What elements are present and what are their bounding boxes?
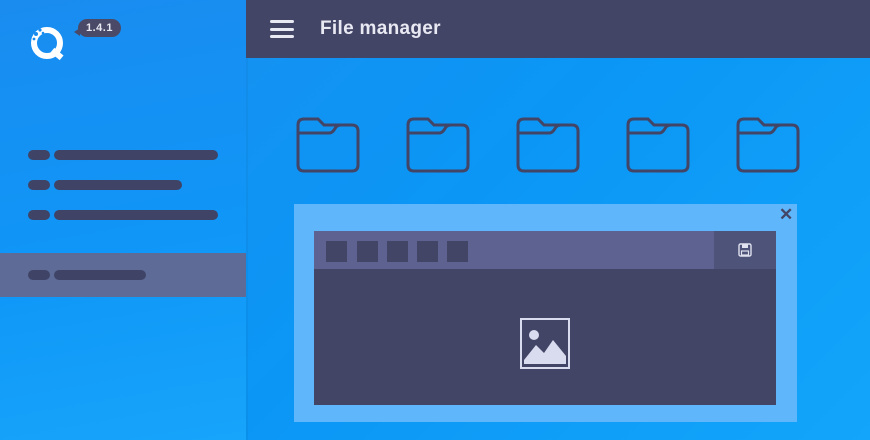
toolbar-button[interactable]: [447, 241, 468, 262]
page-title: File manager: [320, 18, 441, 39]
image-icon: [520, 318, 570, 369]
folder-icon[interactable]: [404, 115, 472, 173]
folder-icon[interactable]: [294, 115, 362, 173]
preview-toolbar: [314, 231, 776, 269]
toolbar-button[interactable]: [417, 241, 438, 262]
sidebar: 1.4.1: [0, 0, 246, 440]
top-bar: File manager: [246, 0, 870, 58]
folder-icon[interactable]: [624, 115, 692, 173]
sidebar-item-label-placeholder: [54, 150, 218, 160]
sidebar-item-2[interactable]: [28, 180, 182, 190]
folder-icon[interactable]: [734, 115, 802, 173]
sidebar-item-label-placeholder: [54, 180, 182, 190]
sidebar-item-label-placeholder: [54, 270, 146, 280]
app-logo-icon: [31, 27, 64, 61]
toolbar-button[interactable]: [357, 241, 378, 262]
folder-icon[interactable]: [514, 115, 582, 173]
save-icon: [738, 243, 752, 257]
sidebar-item-icon-placeholder: [28, 180, 50, 190]
toolbar-button[interactable]: [326, 241, 347, 262]
sidebar-item-4[interactable]: [28, 270, 146, 280]
sidebar-item-3[interactable]: [28, 210, 218, 220]
save-button[interactable]: [714, 231, 776, 269]
sidebar-item-icon-placeholder: [28, 210, 50, 220]
sidebar-item-label-placeholder: [54, 210, 218, 220]
sidebar-item-icon-placeholder: [28, 150, 50, 160]
hamburger-menu-icon[interactable]: [270, 20, 294, 38]
version-badge: 1.4.1: [74, 19, 121, 37]
sidebar-item-1[interactable]: [28, 150, 218, 160]
sidebar-item-icon-placeholder: [28, 270, 50, 280]
toolbar-button[interactable]: [387, 241, 408, 262]
close-icon[interactable]: ✕: [779, 206, 793, 223]
